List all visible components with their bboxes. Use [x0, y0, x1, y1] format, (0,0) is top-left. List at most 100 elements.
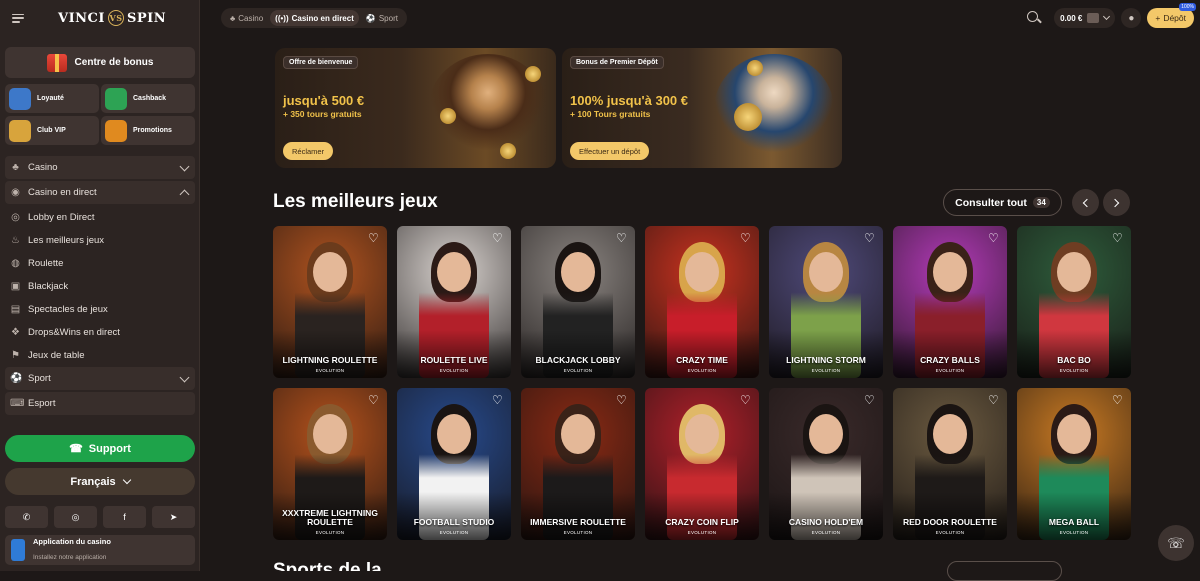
bonus-center-button[interactable]: Centre de bonus: [5, 47, 195, 78]
game-card[interactable]: ♡ RED DOOR ROULETTE EVOLUTION: [893, 388, 1007, 540]
heart-icon[interactable]: ♡: [988, 394, 1000, 406]
support-button[interactable]: ☎ Support: [5, 435, 195, 462]
heart-icon[interactable]: ♡: [740, 232, 752, 244]
banner-amount: jusqu'à 500 €: [283, 93, 365, 108]
game-card[interactable]: ♡ CRAZY BALLS EVOLUTION: [893, 226, 1007, 378]
game-card[interactable]: ♡ IMMERSIVE ROULETTE EVOLUTION: [521, 388, 635, 540]
game-card[interactable]: ♡ CRAZY TIME EVOLUTION: [645, 226, 759, 378]
heart-icon[interactable]: ♡: [492, 232, 504, 244]
logo[interactable]: VINCI VS SPIN: [58, 10, 166, 26]
sidebar-item-casino-en-direct[interactable]: ◉ Casino en direct: [5, 181, 195, 204]
deposit-badge: 100%: [1179, 3, 1196, 11]
welcome-offer-banner[interactable]: Offre de bienvenue jusqu'à 500 € + 350 t…: [275, 48, 556, 168]
tab-sport[interactable]: ⚽ Sport: [361, 10, 403, 26]
game-card[interactable]: ♡ BLACKJACK LOBBY EVOLUTION: [521, 226, 635, 378]
quick-link-club-vip[interactable]: Club VIP: [5, 116, 99, 145]
instagram-icon[interactable]: ◎: [54, 506, 97, 528]
deposit-button[interactable]: + Dépôt 100%: [1147, 3, 1196, 28]
heart-icon[interactable]: ♡: [616, 394, 628, 406]
game-title: LIGHTNING STORM: [786, 355, 866, 365]
crown-icon: [9, 119, 31, 142]
search-icon[interactable]: [1026, 10, 1042, 26]
tab-live-casino[interactable]: ((•)) Casino en direct: [270, 10, 359, 26]
game-card[interactable]: ♡ MEGA BALL EVOLUTION: [1017, 388, 1131, 540]
cashback-icon: [105, 87, 127, 110]
sidebar-item-casino[interactable]: ♣ Casino: [5, 156, 195, 179]
heart-icon[interactable]: ♡: [1112, 394, 1124, 406]
carousel-next-button[interactable]: [1103, 189, 1130, 216]
social-links: ✆ ◎ f ➤: [5, 506, 195, 528]
game-provider: EVOLUTION: [811, 530, 841, 535]
plus-icon: +: [1155, 13, 1161, 23]
quick-link-loyaut-[interactable]: Loyauté: [5, 84, 99, 113]
tab-casino[interactable]: ♣ Casino: [225, 10, 268, 26]
facebook-icon[interactable]: f: [103, 506, 146, 528]
heart-icon[interactable]: ♡: [988, 232, 1000, 244]
coin-icon: [500, 143, 516, 159]
chevron-down-icon: [179, 372, 190, 383]
whatsapp-icon[interactable]: ✆: [5, 506, 48, 528]
sidebar: VINCI VS SPIN Centre de bonus Loyauté Cas…: [0, 0, 200, 571]
carousel-prev-button[interactable]: [1072, 189, 1099, 216]
game-card[interactable]: ♡ FOOTBALL STUDIO EVOLUTION: [397, 388, 511, 540]
quick-link-label: Club VIP: [37, 127, 66, 134]
banner-tag: Offre de bienvenue: [283, 56, 359, 69]
see-all-button-secondary[interactable]: [947, 561, 1062, 581]
game-card[interactable]: ♡ CASINO HOLD'EM EVOLUTION: [769, 388, 883, 540]
sidebar-item-roulette[interactable]: ◍ Roulette: [5, 252, 195, 275]
sidebar-item-lobby-en-direct[interactable]: ◎ Lobby en Direct: [5, 206, 195, 229]
balance-display[interactable]: 0.00 €: [1054, 8, 1116, 28]
heart-icon[interactable]: ♡: [1112, 232, 1124, 244]
phone-icon: [11, 539, 25, 561]
first-deposit-banner[interactable]: Bonus de Premier Dépôt 100% jusqu'à 300 …: [562, 48, 842, 168]
see-all-button[interactable]: Consulter tout 34: [943, 189, 1062, 216]
sidebar-item-label: Blackjack: [28, 281, 69, 292]
quick-link-cashback[interactable]: Cashback: [101, 84, 195, 113]
game-provider: EVOLUTION: [563, 530, 593, 535]
gamepad-icon: ⌨: [10, 398, 25, 409]
sport-icon: ⚽: [365, 13, 376, 23]
hamburger-menu-icon[interactable]: [12, 13, 24, 23]
telegram-icon[interactable]: ➤: [152, 506, 195, 528]
sidebar-item-blackjack[interactable]: ▣ Blackjack: [5, 275, 195, 298]
make-deposit-button[interactable]: Effectuer un dépôt: [570, 142, 650, 160]
header-actions: 0.00 € ● + Dépôt 100%: [1026, 3, 1196, 28]
lobby-icon: ◎: [11, 212, 20, 223]
game-card[interactable]: ♡ XXXTREME LIGHTNING ROULETTE EVOLUTION: [273, 388, 387, 540]
sidebar-item-sport[interactable]: ⚽ Sport: [5, 367, 195, 390]
game-provider: EVOLUTION: [1059, 368, 1089, 373]
sidebar-item-spectacles-de-jeux[interactable]: ▤ Spectacles de jeux: [5, 298, 195, 321]
banner-subtitle: + 350 tours gratuits: [283, 109, 362, 119]
heart-icon[interactable]: ♡: [864, 394, 876, 406]
heart-icon[interactable]: ♡: [368, 232, 380, 244]
quick-link-promotions[interactable]: Promotions: [101, 116, 195, 145]
quick-links: Loyauté Cashback Club VIP Promotions: [5, 84, 195, 145]
fire-icon: ♨: [11, 235, 20, 246]
heart-icon[interactable]: ♡: [740, 394, 752, 406]
app-download-banner[interactable]: Application du casino Installez notre ap…: [5, 535, 195, 565]
game-title: CRAZY BALLS: [920, 355, 980, 365]
claim-button[interactable]: Réclamer: [283, 142, 334, 160]
heart-icon[interactable]: ♡: [864, 232, 876, 244]
game-card[interactable]: ♡ CRAZY COIN FLIP EVOLUTION: [645, 388, 759, 540]
game-title: RED DOOR ROULETTE: [903, 517, 997, 527]
presenter-face: [437, 252, 471, 292]
sidebar-item-les-meilleurs-jeux[interactable]: ♨ Les meilleurs jeux: [5, 229, 195, 252]
language-selector[interactable]: Français: [5, 468, 195, 495]
game-provider: EVOLUTION: [935, 530, 965, 535]
show-icon: ▤: [10, 304, 21, 315]
sidebar-item-esport[interactable]: ⌨ Esport: [5, 392, 195, 415]
live-chat-button[interactable]: ☏: [1158, 525, 1194, 561]
heart-icon[interactable]: ♡: [368, 394, 380, 406]
game-card[interactable]: ♡ LIGHTNING STORM EVOLUTION: [769, 226, 883, 378]
game-card[interactable]: ♡ BAC BO EVOLUTION: [1017, 226, 1131, 378]
heart-icon[interactable]: ♡: [492, 394, 504, 406]
game-title: ROULETTE LIVE: [420, 355, 488, 365]
app-subtitle: Installez notre application: [33, 553, 107, 561]
game-card[interactable]: ♡ ROULETTE LIVE EVOLUTION: [397, 226, 511, 378]
heart-icon[interactable]: ♡: [616, 232, 628, 244]
sidebar-item-drops-wins-en-direct[interactable]: ❖ Drops&Wins en direct: [5, 321, 195, 344]
sidebar-item-jeux-de-table[interactable]: ⚑ Jeux de table: [5, 344, 195, 367]
game-card[interactable]: ♡ LIGHTNING ROULETTE EVOLUTION: [273, 226, 387, 378]
user-icon[interactable]: ●: [1121, 8, 1142, 28]
